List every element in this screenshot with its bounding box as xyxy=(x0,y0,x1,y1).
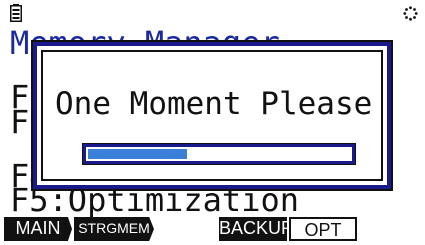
strgmem-key[interactable]: STRGMEM xyxy=(74,217,154,241)
dialog-frame: One Moment Please xyxy=(41,50,383,181)
function-key-bar: MAIN STRGMEM BACKUP OPT xyxy=(0,215,425,245)
dialog-message: One Moment Please xyxy=(55,86,373,122)
calculator-screen: Memory Manager F1 F2 F4 F5:Optimization … xyxy=(0,0,425,245)
progress-dialog: One Moment Please xyxy=(31,40,393,191)
opt-key[interactable]: OPT xyxy=(289,217,357,241)
backup-key[interactable]: BACKUP xyxy=(219,217,293,241)
busy-icon xyxy=(403,6,418,21)
progress-bar-fill xyxy=(88,149,188,159)
battery-icon xyxy=(10,4,22,22)
status-bar xyxy=(0,0,425,27)
progress-bar xyxy=(82,143,356,165)
main-key[interactable]: MAIN xyxy=(4,217,72,241)
